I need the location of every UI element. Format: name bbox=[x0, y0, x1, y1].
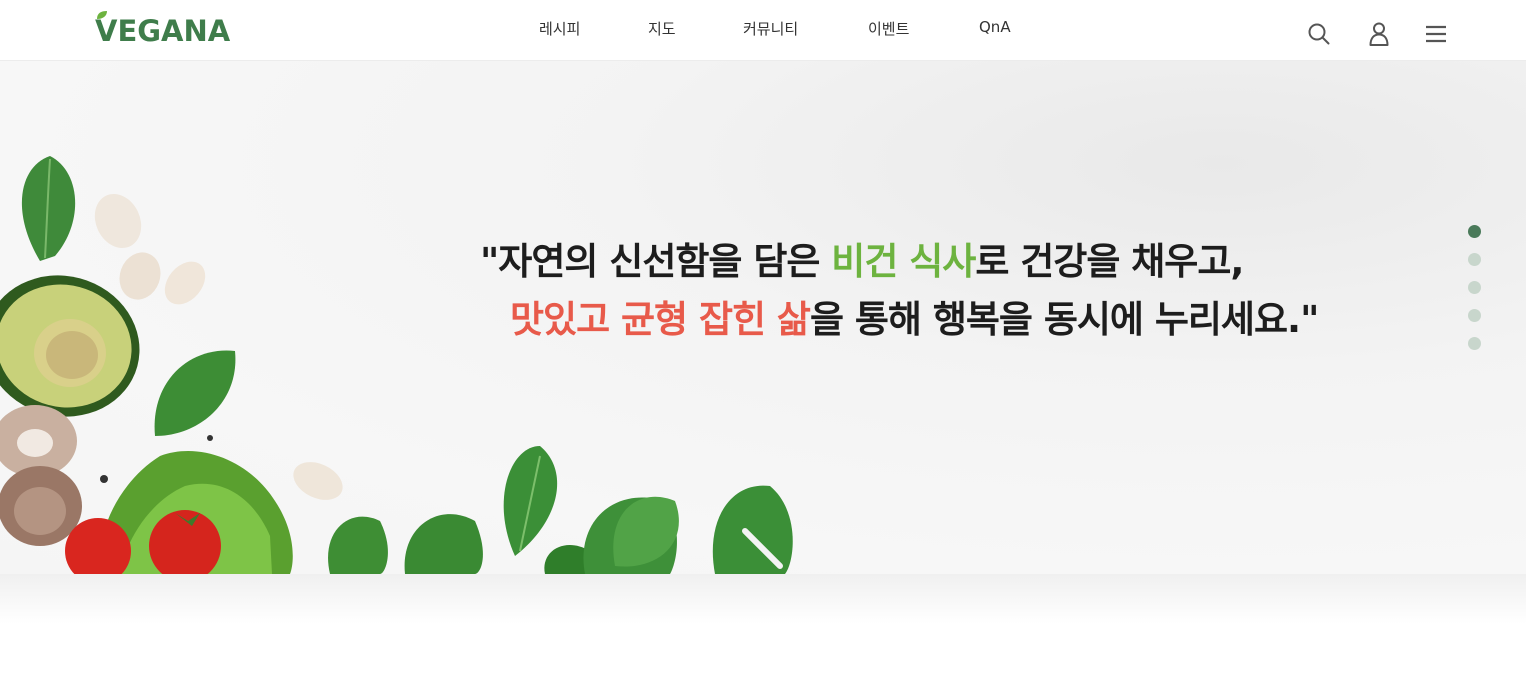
site-header: VEGANA 레시피 지도 커뮤니티 이벤트 QnA bbox=[0, 0, 1526, 61]
search-button[interactable] bbox=[1305, 20, 1333, 48]
user-button[interactable] bbox=[1365, 20, 1393, 48]
hero-quote: "자연의 신선함을 담은 비건 식사로 건강을 채우고, 맛있고 균형 잡힌 삶… bbox=[480, 233, 1340, 349]
slide-dot-2[interactable] bbox=[1468, 253, 1481, 266]
logo-text: VEGANA bbox=[95, 14, 231, 48]
quote-line1-prefix: "자연의 신선함을 담은 bbox=[480, 240, 832, 283]
quote-line2-suffix: 을 통해 행복을 동시에 누리세요." bbox=[809, 298, 1319, 341]
quote-highlight-balanced-life: 맛있고 균형 잡힌 삶 bbox=[510, 298, 811, 341]
slide-dot-5[interactable] bbox=[1468, 337, 1481, 350]
user-icon bbox=[1369, 22, 1389, 46]
quote-line1-suffix: 로 건강을 채우고, bbox=[975, 240, 1244, 283]
hero-bottom-shadow bbox=[0, 574, 1526, 624]
slide-dot-3[interactable] bbox=[1468, 281, 1481, 294]
search-icon bbox=[1308, 23, 1330, 45]
nav-recipe[interactable]: 레시피 bbox=[539, 18, 580, 39]
nav-map[interactable]: 지도 bbox=[648, 18, 676, 39]
hero-quote-line-2: 맛있고 균형 잡힌 삶을 통해 행복을 동시에 누리세요." bbox=[480, 291, 1340, 349]
slider-pagination bbox=[1468, 225, 1482, 365]
nav-community[interactable]: 커뮤니티 bbox=[743, 18, 798, 39]
slide-dot-1[interactable] bbox=[1468, 225, 1481, 238]
hero-quote-line-1: "자연의 신선함을 담은 비건 식사로 건강을 채우고, bbox=[480, 233, 1340, 291]
menu-icon bbox=[1426, 25, 1446, 43]
nav-event[interactable]: 이벤트 bbox=[868, 18, 909, 39]
menu-button[interactable] bbox=[1422, 20, 1450, 48]
nav-qna[interactable]: QnA bbox=[979, 18, 1011, 36]
slide-dot-4[interactable] bbox=[1468, 309, 1481, 322]
leaf-icon bbox=[97, 11, 107, 19]
vegana-logo[interactable]: VEGANA bbox=[95, 10, 230, 46]
quote-highlight-vegan-meal: 비건 식사 bbox=[831, 240, 976, 283]
hero-banner: "자연의 신선함을 담은 비건 식사로 건강을 채우고, 맛있고 균형 잡힌 삶… bbox=[0, 61, 1526, 574]
